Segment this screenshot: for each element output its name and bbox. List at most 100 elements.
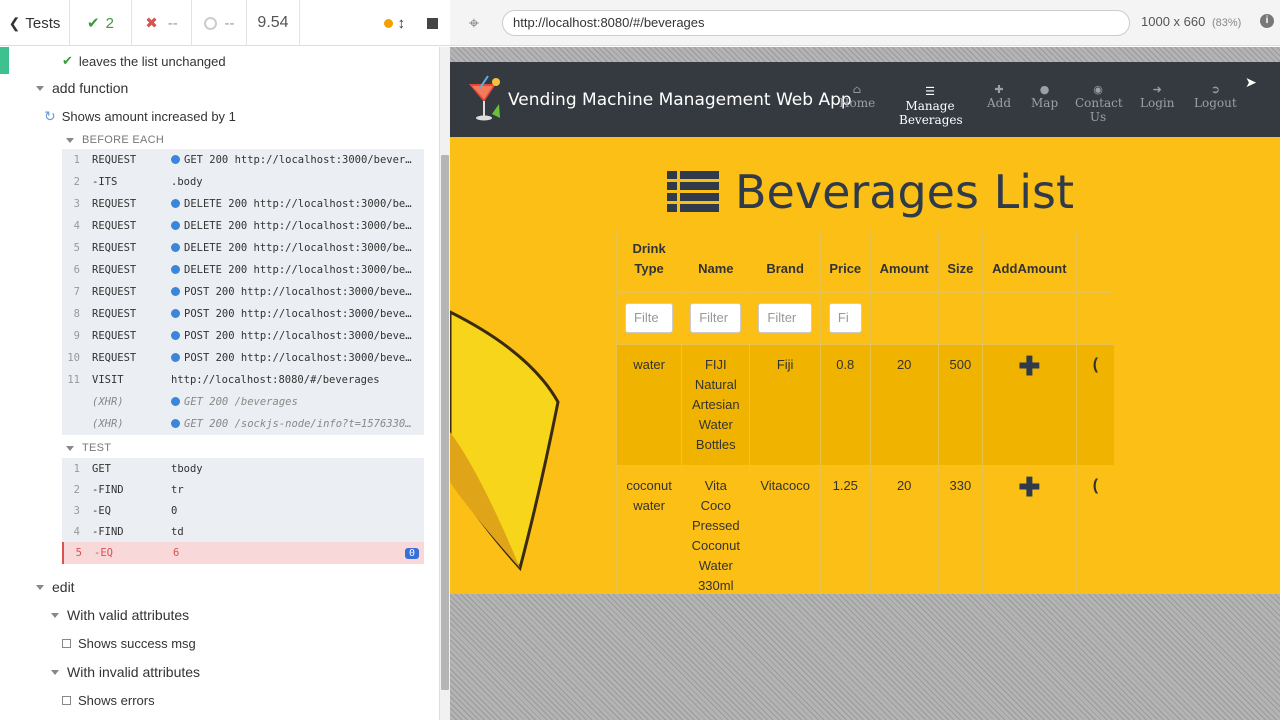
nav-add[interactable]: ✚ Add — [987, 84, 1011, 111]
command-row[interactable]: 8 REQUEST POST 200 http://localhost:3000/b… — [62, 303, 424, 325]
test-pending-item[interactable]: Shows success msg — [62, 636, 196, 651]
before-each-commands: 1 REQUEST GET 200 http://localhost:3000/be… — [62, 149, 424, 435]
cocktail-logo-icon[interactable] — [466, 74, 504, 126]
test-title: Shows errors — [78, 693, 155, 708]
nav-label: Logout — [1194, 96, 1237, 110]
xhr-log-row[interactable]: (XHR) GET 200 /sockjs-node/info?t=1576330… — [62, 413, 424, 435]
column-header[interactable]: Name — [681, 230, 750, 293]
nav-manage-beverages[interactable]: ☰ Manage Beverages — [899, 84, 963, 127]
command-row[interactable]: 2 -ITS .body — [62, 171, 424, 193]
suite-invalid-attributes[interactable]: With invalid attributes — [51, 664, 200, 680]
add-amount-plus-icon[interactable]: ✚ — [1018, 472, 1040, 502]
viewport-scale: (83%) — [1211, 17, 1242, 29]
command-name: REQUEST — [92, 286, 137, 298]
command-row[interactable]: 3 REQUEST DELETE 200 http://localhost:3000… — [62, 193, 424, 215]
edit-bracket-icon[interactable]: ( — [1093, 477, 1098, 494]
test-title: Shows success msg — [78, 636, 196, 651]
command-name: (XHR) — [92, 396, 124, 408]
viewport-info[interactable]: 1000 x 660 (83%) — [1141, 14, 1241, 29]
scrollbar-thumb[interactable] — [441, 155, 449, 690]
hook-test[interactable]: TEST — [66, 442, 111, 454]
command-message-text: GET 200 /beverages — [184, 396, 298, 408]
pending-count: -- — [224, 14, 235, 32]
command-row[interactable]: 5 REQUEST DELETE 200 http://localhost:3000… — [62, 237, 424, 259]
command-number: 1 — [73, 154, 80, 166]
command-row[interactable]: 4 -FIND td — [62, 521, 424, 543]
url-bar[interactable]: http://localhost:8080/#/beverages — [502, 10, 1130, 36]
command-row[interactable]: 3 -EQ 0 — [62, 500, 424, 522]
stop-icon[interactable] — [427, 17, 438, 29]
cursor-arrow-icon[interactable]: ➤ — [1245, 74, 1257, 91]
test-commands: 1 GET tbody 2 -FIND tr 3 -EQ 0 4 -FIND td 5 -EQ 6 0 — [62, 458, 424, 564]
info-icon[interactable]: i — [1260, 14, 1274, 28]
nav-logout[interactable]: ➲ Logout — [1194, 84, 1237, 111]
command-number: 8 — [73, 308, 80, 320]
page-title-text: Beverages List — [735, 165, 1074, 219]
tests-back-button[interactable]: ❮ Tests — [0, 0, 70, 46]
command-row[interactable]: 1 REQUEST GET 200 http://localhost:3000/be… — [62, 149, 424, 171]
command-message: POST 200 http://localhost:3000/beverages — [171, 308, 424, 320]
suite-edit[interactable]: edit — [36, 579, 75, 595]
globe-icon: ● — [1039, 83, 1050, 96]
cell-action: ( — [1075, 464, 1114, 594]
test-title: Shows amount increased by 1 — [61, 109, 236, 124]
suite-valid-attributes[interactable]: With valid attributes — [51, 607, 189, 623]
add-amount-plus-icon[interactable]: ✚ — [1018, 351, 1040, 381]
caret-down-icon — [51, 669, 59, 675]
column-header[interactable]: Brand — [749, 230, 821, 293]
pending-stat: -- — [192, 0, 247, 46]
failed-count: -- — [167, 14, 178, 32]
request-status-dot-icon — [171, 155, 180, 164]
column-header[interactable]: Drink Type — [616, 230, 682, 293]
filter-cell: Fi — [819, 291, 871, 344]
command-row[interactable]: 4 REQUEST DELETE 200 http://localhost:3000… — [62, 215, 424, 237]
command-row[interactable]: 9 REQUEST POST 200 http://localhost:3000/b… — [62, 325, 424, 347]
command-message: td — [171, 526, 424, 538]
command-row[interactable]: 7 REQUEST POST 200 http://localhost:3000/b… — [62, 281, 424, 303]
command-row[interactable]: 1 GET tbody — [62, 458, 424, 480]
column-header[interactable] — [1075, 230, 1114, 293]
filter-row: Filte Filter Filter Fi — [616, 291, 1114, 344]
app-title[interactable]: Vending Machine Management Web App — [508, 90, 852, 110]
column-header[interactable]: AddAmount — [982, 230, 1077, 293]
command-number: 4 — [73, 220, 80, 232]
beverages-table: Drink Type Name Brand Price Amount Size … — [616, 230, 1114, 594]
command-row[interactable]: 5 -EQ 6 0 — [62, 542, 424, 564]
xhr-log-row[interactable]: (XHR) GET 200 /beverages — [62, 391, 424, 413]
nav-map[interactable]: ● Map — [1031, 83, 1058, 111]
command-message-text: GET 200 /sockjs-node/info?t=157633000000… — [184, 418, 424, 430]
suite-add-function[interactable]: add function — [36, 80, 128, 96]
test-running-item[interactable]: ↻ Shows amount increased by 1 — [44, 108, 236, 125]
column-header[interactable]: Amount — [869, 230, 939, 293]
reporter-scrollbar[interactable] — [439, 47, 450, 720]
column-header[interactable]: Price — [819, 230, 871, 293]
nav-home[interactable]: ⌂ Home — [839, 84, 875, 111]
selector-playground-icon[interactable]: ⌖ — [464, 13, 484, 33]
test-pending-item[interactable]: Shows errors — [62, 693, 155, 708]
price-filter-input[interactable]: Fi — [828, 303, 862, 334]
drink-type-filter-input[interactable]: Filte — [625, 303, 674, 334]
command-number: 3 — [73, 198, 80, 210]
request-status-dot-icon — [171, 309, 180, 318]
column-header[interactable]: Size — [937, 230, 983, 293]
request-status-dot-icon — [171, 199, 180, 208]
command-name: REQUEST — [92, 352, 137, 364]
brand-filter-input[interactable]: Filter — [758, 303, 812, 334]
command-row[interactable]: 6 REQUEST DELETE 200 http://localhost:3000… — [62, 259, 424, 281]
nav-contact-us[interactable]: ◉ Contact Us — [1075, 84, 1123, 125]
cell-size: 500 — [937, 343, 983, 465]
command-row[interactable]: 10 REQUEST POST 200 http://localhost:3000/… — [62, 347, 424, 369]
chevron-left-icon: ❮ — [8, 14, 21, 31]
test-passed-item[interactable]: ✔ leaves the list unchanged — [62, 53, 226, 69]
passed-indicator — [0, 47, 9, 74]
command-row[interactable]: 2 -FIND tr — [62, 479, 424, 501]
cell-brand: Vitacoco — [749, 464, 821, 594]
nav-login[interactable]: ➜ Login — [1140, 84, 1174, 111]
auto-scroll-button[interactable]: ↕ — [383, 15, 405, 32]
command-row[interactable]: 11 VISIT http://localhost:8080/#/beverages — [62, 369, 424, 391]
command-name: -FIND — [92, 526, 124, 538]
name-filter-input[interactable]: Filter — [690, 303, 742, 334]
pending-checkbox-icon — [62, 696, 71, 705]
edit-bracket-icon[interactable]: ( — [1093, 356, 1098, 373]
hook-before-each[interactable]: BEFORE EACH — [66, 134, 164, 146]
